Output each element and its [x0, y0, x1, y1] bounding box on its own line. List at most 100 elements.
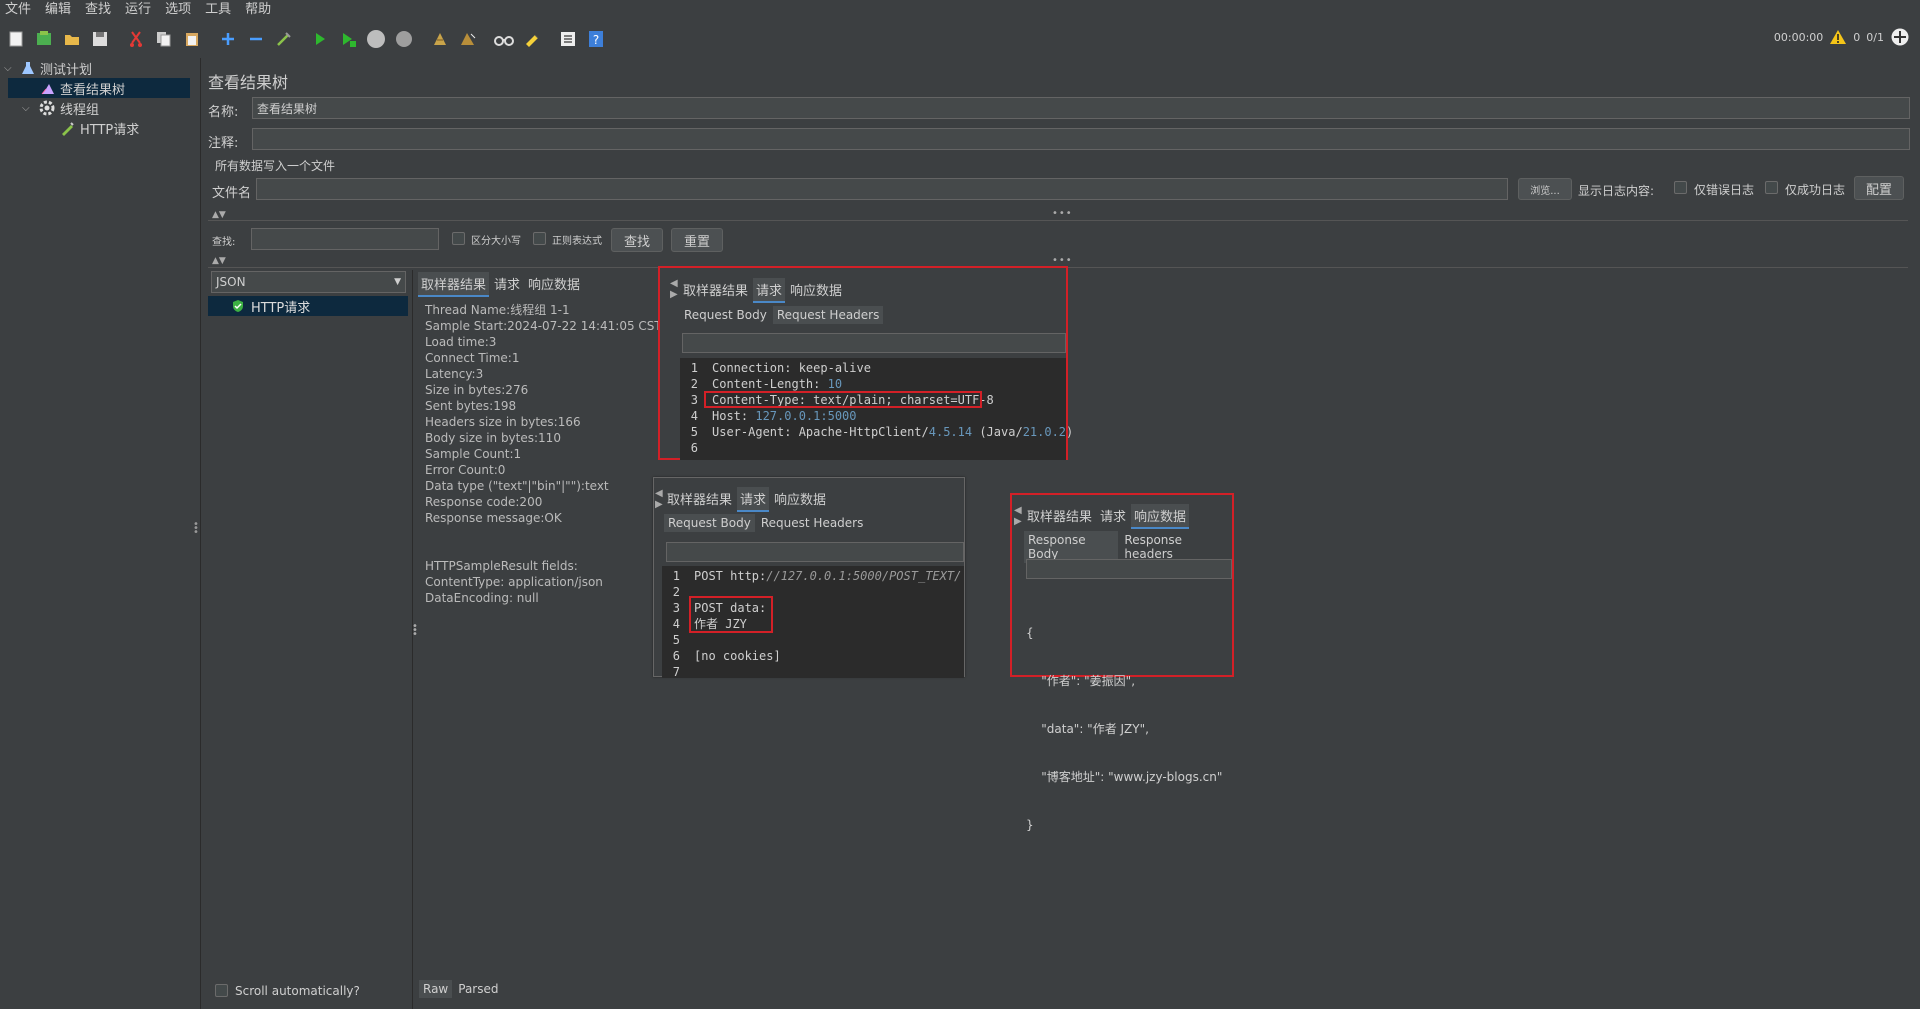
cut-icon[interactable]: [124, 27, 148, 51]
warning-icon[interactable]: [1829, 29, 1847, 45]
reset-button[interactable]: 重置: [671, 228, 723, 252]
menu-run[interactable]: 运行: [120, 0, 160, 20]
page-title: 查看结果树: [208, 73, 289, 92]
help-icon[interactable]: ?: [584, 27, 608, 51]
vertical-splitter[interactable]: • • •: [190, 58, 201, 1009]
tab-request[interactable]: 请求: [737, 487, 770, 512]
tab-sampler-result[interactable]: 取样器结果: [664, 487, 735, 512]
collapse-icon[interactable]: [244, 27, 268, 51]
filter-input[interactable]: [1026, 559, 1232, 579]
menu-file[interactable]: 文件: [0, 0, 40, 20]
templates-icon[interactable]: [32, 27, 56, 51]
clear-icon[interactable]: [428, 27, 452, 51]
collapse-arrows-icon[interactable]: ◀ ▶: [670, 278, 678, 300]
tab-request-body[interactable]: Request Body: [664, 514, 755, 532]
clear-all-icon[interactable]: [456, 27, 480, 51]
tab-request-body[interactable]: Request Body: [680, 306, 771, 324]
filename-field[interactable]: [256, 178, 1508, 200]
tab-response-data[interactable]: 响应数据: [771, 487, 829, 512]
popup-subtabs: Request Body Request Headers: [664, 514, 867, 532]
tree-node-test-plan[interactable]: ⌵ 测试计划: [4, 58, 92, 78]
tree-node-thread-group[interactable]: ⌵ 线程组: [22, 98, 99, 118]
splitter-grip-icon[interactable]: •••: [412, 622, 418, 640]
open-icon[interactable]: [60, 27, 84, 51]
save-icon[interactable]: [88, 27, 112, 51]
tab-request[interactable]: 请求: [491, 272, 523, 297]
expand-icon[interactable]: [216, 27, 240, 51]
copy-icon[interactable]: [152, 27, 176, 51]
browse-button[interactable]: 浏览...: [1518, 178, 1572, 200]
sampler-line: Headers size in bytes:166: [425, 415, 581, 429]
json-line: }: [1026, 818, 1034, 832]
status-area: 00:00:00 0 0/1: [1774, 27, 1910, 47]
tab-sampler-result[interactable]: 取样器结果: [1024, 504, 1095, 529]
chevron-down-icon: ▼: [394, 277, 401, 287]
tab-response-data[interactable]: 响应数据: [1131, 504, 1190, 529]
start-no-pause-icon[interactable]: [336, 27, 360, 51]
tab-response-data[interactable]: 响应数据: [787, 278, 845, 303]
collapse-arrows-icon[interactable]: ▲▼: [212, 210, 226, 220]
menu-help[interactable]: 帮助: [240, 0, 280, 20]
collapse-arrows-icon[interactable]: ▲▼: [212, 256, 226, 266]
filter-input[interactable]: [682, 333, 1066, 353]
json-line: "博客地址": "www.jzy-blogs.cn": [1026, 770, 1223, 784]
config-button[interactable]: 配置: [1854, 176, 1904, 200]
json-line: "作者": "姜振因",: [1026, 674, 1136, 688]
paste-icon[interactable]: [180, 27, 204, 51]
stop-icon[interactable]: [364, 27, 388, 51]
tree-node-view-results-tree[interactable]: 查看结果树: [8, 78, 190, 98]
new-icon[interactable]: [4, 27, 28, 51]
function-helper-icon[interactable]: [556, 27, 580, 51]
reset-search-icon[interactable]: [520, 27, 544, 51]
tab-parsed[interactable]: Parsed: [454, 980, 502, 998]
expand-status-icon[interactable]: [1890, 27, 1910, 47]
json-line: {: [1026, 626, 1034, 640]
splitter-grip-icon[interactable]: •••: [1052, 208, 1073, 219]
collapse-arrows-icon[interactable]: ◀ ▶: [1014, 505, 1022, 527]
tab-response-data[interactable]: 响应数据: [525, 272, 583, 297]
tab-request-headers[interactable]: Request Headers: [772, 306, 884, 324]
menu-options[interactable]: 选项: [160, 0, 200, 20]
tree-label: 测试计划: [40, 62, 93, 78]
tree-node-http-request[interactable]: HTTP请求: [60, 118, 139, 138]
gear-icon: [39, 100, 55, 116]
bottom-tabs: Raw Parsed: [419, 980, 503, 998]
name-field[interactable]: [252, 97, 1910, 119]
scroll-auto-checkbox[interactable]: [215, 984, 228, 997]
popup-tabs: 取样器结果 请求 响应数据: [680, 278, 845, 303]
shutdown-icon[interactable]: [392, 27, 416, 51]
result-tabs: 取样器结果 请求 响应数据: [418, 272, 583, 297]
tab-request-headers[interactable]: Request Headers: [757, 514, 868, 532]
start-icon[interactable]: [308, 27, 332, 51]
renderer-select[interactable]: JSON ▼: [211, 271, 406, 293]
comment-label: 注释:: [208, 136, 239, 151]
tab-request[interactable]: 请求: [753, 278, 786, 303]
tab-request[interactable]: 请求: [1097, 504, 1129, 529]
tab-sampler-result[interactable]: 取样器结果: [680, 278, 751, 303]
code-line: 7: [672, 665, 680, 679]
toggle-icon[interactable]: [272, 27, 296, 51]
find-button[interactable]: 查找: [611, 228, 663, 252]
splitter-grip-icon[interactable]: •••: [1052, 255, 1073, 266]
chevron-down-icon[interactable]: ⌵: [4, 63, 16, 74]
menu-search[interactable]: 查找: [80, 0, 120, 20]
menu-edit[interactable]: 编辑: [40, 0, 80, 20]
case-sensitive-checkbox[interactable]: [452, 232, 465, 245]
success-only-checkbox[interactable]: [1765, 181, 1778, 194]
tab-raw[interactable]: Raw: [419, 980, 453, 998]
tab-sampler-result[interactable]: 取样器结果: [418, 272, 490, 297]
errors-only-checkbox[interactable]: [1674, 181, 1687, 194]
list-item[interactable]: HTTP请求: [208, 296, 408, 316]
collapse-arrows-icon[interactable]: ◀ ▶: [655, 488, 663, 510]
search-input[interactable]: [251, 228, 439, 250]
code-line: 5 User-Agent: Apache-HttpClient/4.5.14 (J…: [690, 425, 1074, 439]
comment-field[interactable]: [252, 128, 1910, 150]
chevron-down-icon[interactable]: ⌵: [22, 103, 34, 114]
active-threads: 0/1: [1866, 30, 1884, 44]
search-icon[interactable]: [492, 27, 516, 51]
menu-tools[interactable]: 工具: [200, 0, 240, 20]
sampler-line: Data type ("text"|"bin"|""):text: [425, 479, 609, 493]
sampler-line: Error Count:0: [425, 463, 506, 477]
filter-input[interactable]: [666, 542, 964, 562]
regex-checkbox[interactable]: [533, 232, 546, 245]
